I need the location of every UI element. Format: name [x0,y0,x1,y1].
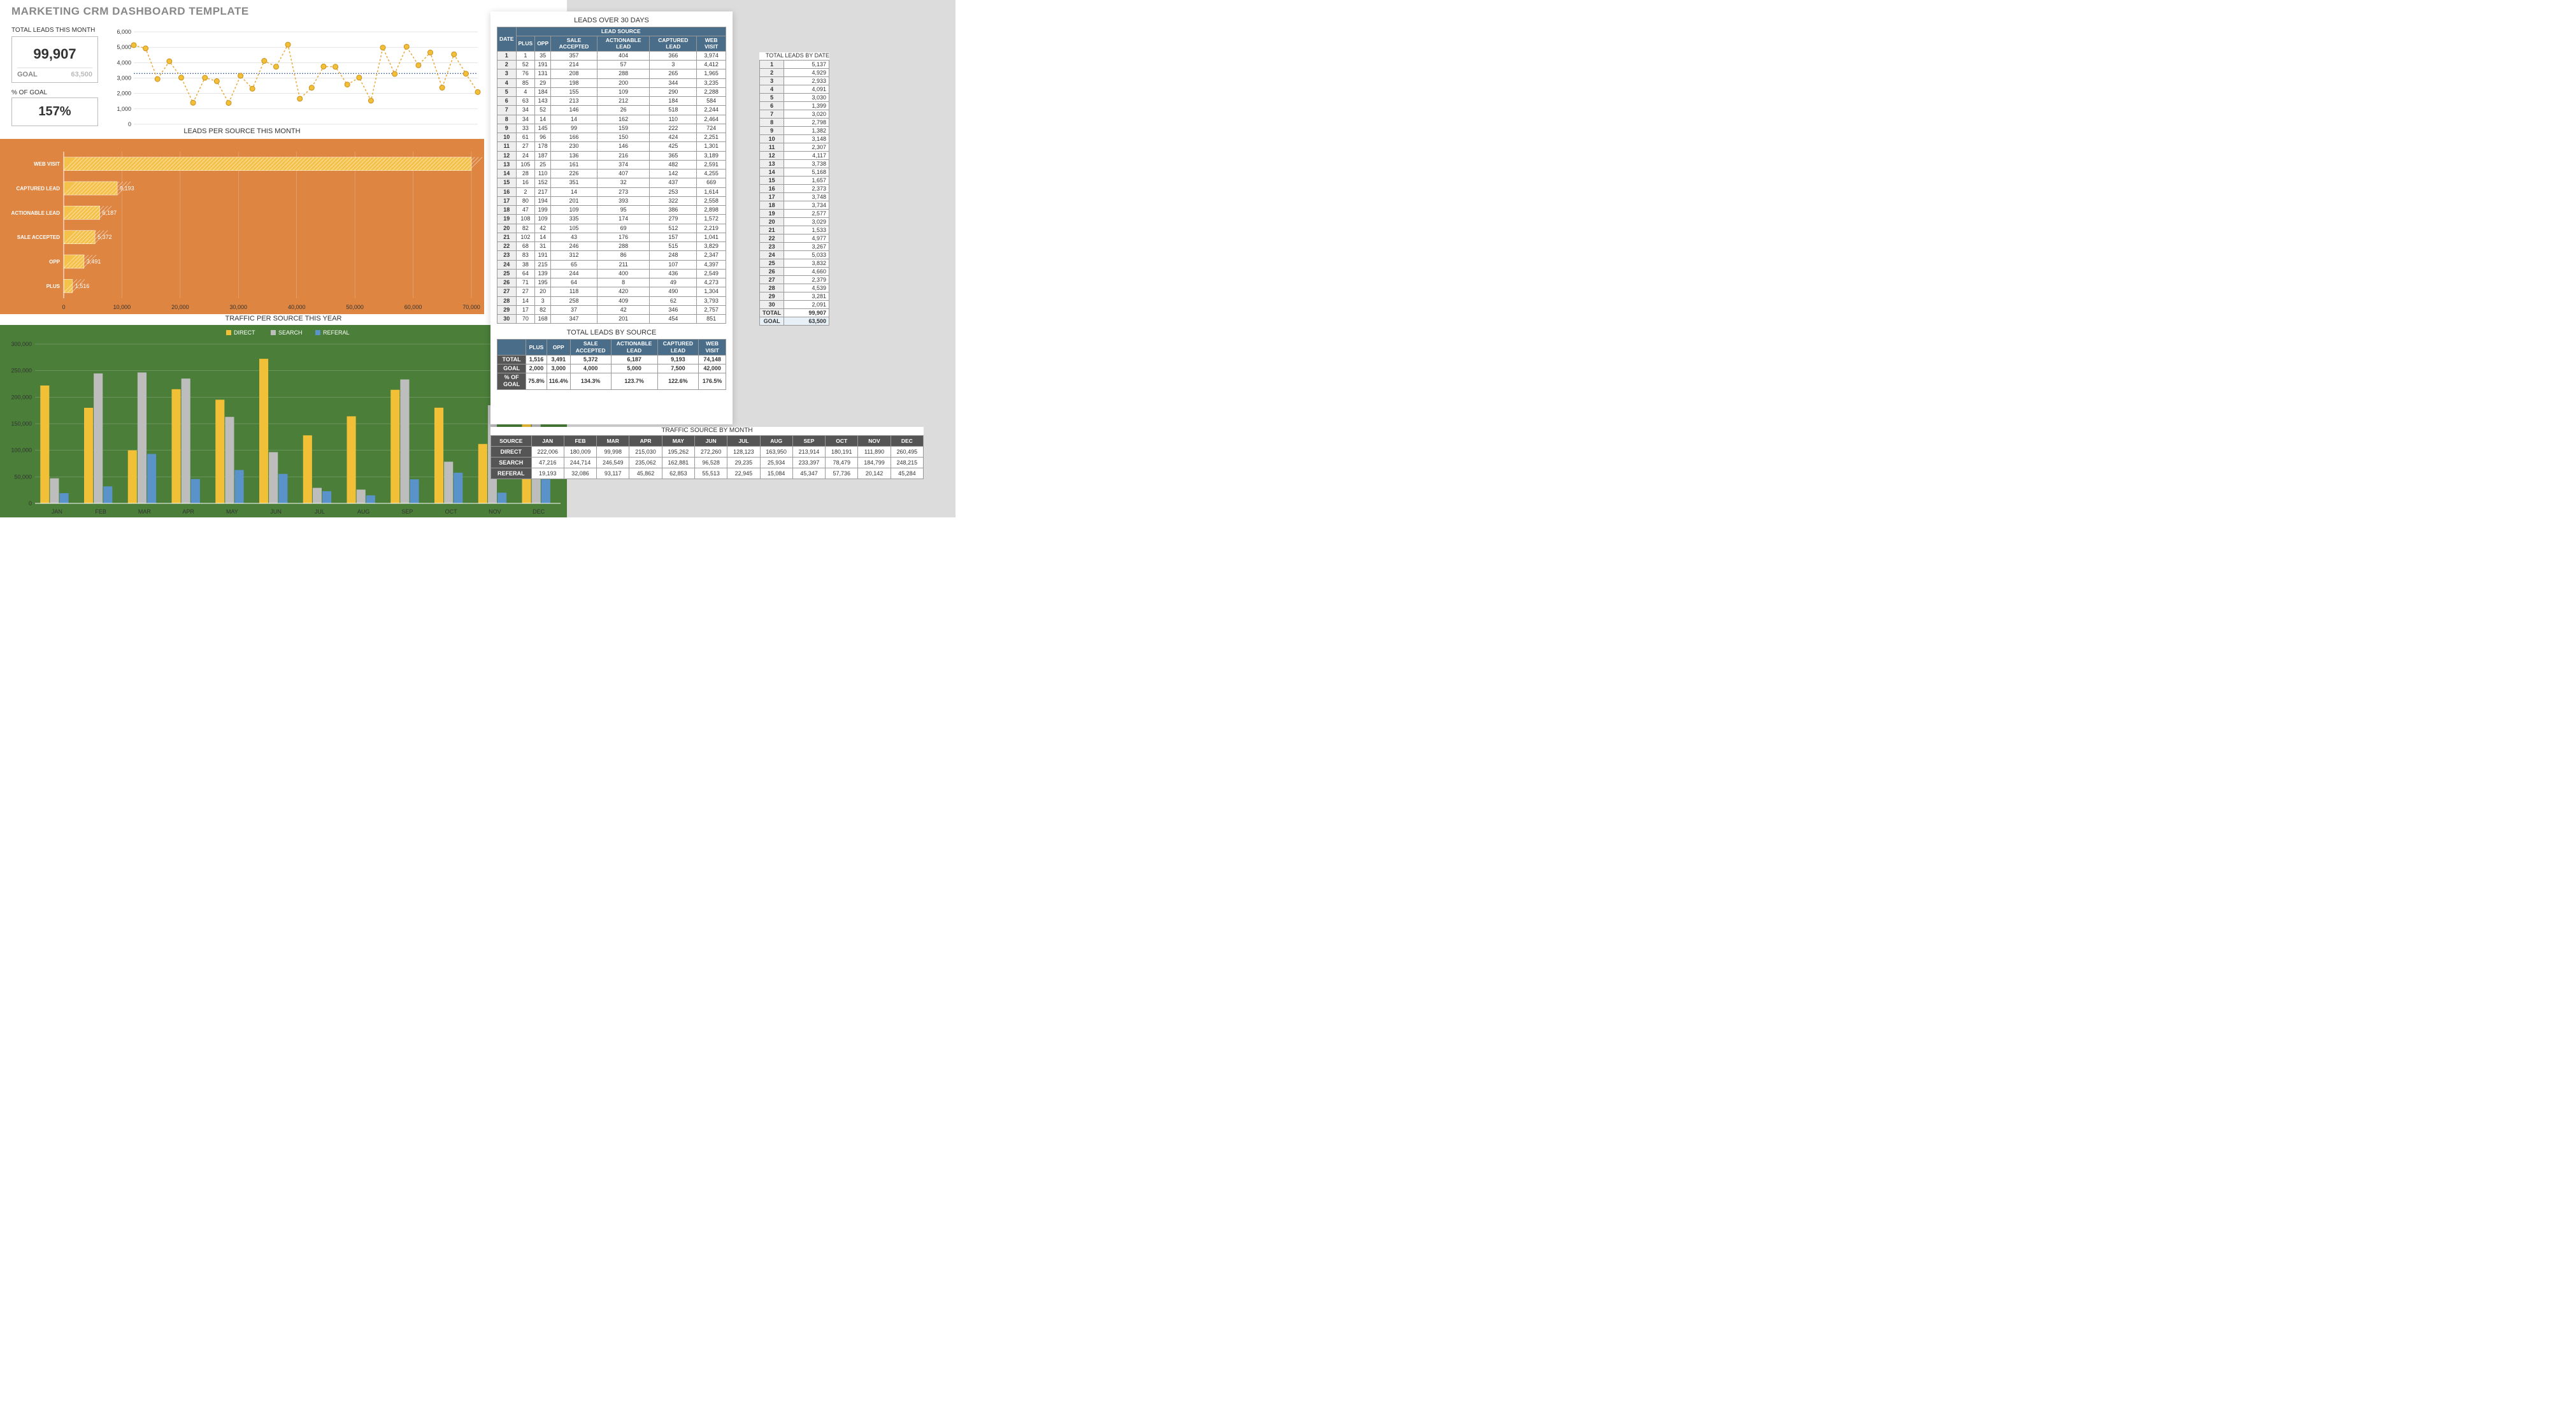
svg-text:AUG: AUG [357,508,370,515]
svg-text:50,000: 50,000 [346,304,364,310]
traffic-per-source-panel: TRAFFIC PER SOURCE THIS YEAR DIRECTSEARC… [0,325,567,517]
svg-text:OPP: OPP [49,259,61,265]
kpi-pct-value: 157% [11,97,98,126]
svg-text:70,000: 70,000 [462,304,480,310]
totals-by-date-table: 15,13724,92932,93344,09153,03061,39973,0… [759,60,829,326]
svg-text:SEARCH: SEARCH [278,329,303,336]
totals-by-date-panel: TOTAL LEADS BY DATE 15,13724,92932,93344… [759,52,829,326]
svg-text:6,000: 6,000 [117,29,131,35]
svg-text:CAPTURED LEAD: CAPTURED LEAD [17,186,61,192]
svg-text:200,000: 200,000 [11,394,32,400]
page-title: MARKETING CRM DASHBOARD TEMPLATE [11,5,249,18]
kpi-pct-label: % OF GOAL [11,89,101,96]
svg-text:60,000: 60,000 [404,304,422,310]
svg-text:3,000: 3,000 [117,75,131,82]
kpi-total-label: TOTAL LEADS THIS MONTH [11,27,101,34]
svg-text:WEB VISIT: WEB VISIT [34,161,60,167]
svg-text:20,000: 20,000 [171,304,189,310]
svg-text:3,491: 3,491 [87,259,101,265]
svg-text:DEC: DEC [533,508,545,515]
svg-text:SALE ACCEPTED: SALE ACCEPTED [17,234,60,240]
leads-per-source-title: LEADS PER SOURCE THIS MONTH [0,127,484,138]
svg-text:JUL: JUL [315,508,325,515]
svg-text:PLUS: PLUS [47,284,61,289]
line-chart: 01,0002,0003,0004,0005,0006,000123456789… [108,25,484,137]
svg-text:NOV: NOV [489,508,501,515]
svg-text:5,000: 5,000 [117,44,131,50]
totals-by-date-title: TOTAL LEADS BY DATE [759,52,829,59]
totals-by-source-table: PLUSOPPSALE ACCEPTEDACTIONABLE LEADCAPTU… [497,339,726,389]
svg-text:REFERAL: REFERAL [323,329,350,336]
svg-text:JUN: JUN [270,508,282,515]
totals-by-source-title: TOTAL LEADS BY SOURCE [497,329,726,336]
svg-text:MAY: MAY [226,508,238,515]
leads-over-30-title: LEADS OVER 30 DAYS [497,17,726,24]
svg-text:100,000: 100,000 [11,447,32,454]
traffic-per-source-chart: DIRECT SEARCH REFERAL 0 50,000 100,000 150,000… [0,325,567,517]
kpi-goal-value: 63,500 [71,71,92,78]
tables-card: LEADS OVER 30 DAYS DATELEAD SOURCEPLUSOP… [490,11,733,424]
traffic-by-month-table: SOURCEJANFEBMARAPRMAYJUNJULAUGSEPOCTNOVD… [490,435,924,479]
kpi-total-box: 99,907 GOAL 63,500 [11,36,98,83]
svg-text:OCT: OCT [445,508,458,515]
svg-text:0: 0 [29,500,32,507]
traffic-by-month-panel: TRAFFIC SOURCE BY MONTH SOURCEJANFEBMARA… [490,427,924,479]
line-chart-panel: 01,0002,0003,0004,0005,0006,000123456789… [108,25,484,137]
svg-text:10,000: 10,000 [113,304,131,310]
svg-text:2,000: 2,000 [117,90,131,97]
kpi-block: TOTAL LEADS THIS MONTH 99,907 GOAL 63,50… [11,27,101,126]
svg-text:4,000: 4,000 [117,59,131,66]
svg-text:1,000: 1,000 [117,106,131,112]
kpi-total-value: 99,907 [17,41,92,68]
svg-text:6,187: 6,187 [103,210,117,216]
svg-text:ACTIONABLE LEAD: ACTIONABLE LEAD [11,210,61,216]
svg-text:DIRECT: DIRECT [234,329,255,336]
traffic-per-source-title: TRAFFIC PER SOURCE THIS YEAR [0,315,567,322]
leads-per-source-panel: LEADS PER SOURCE THIS MONTH 010,00020,00… [0,139,484,314]
traffic-by-month-title: TRAFFIC SOURCE BY MONTH [490,427,924,434]
svg-text:APR: APR [182,508,194,515]
svg-text:0: 0 [128,121,131,127]
leads-per-source-chart: 0 10,000 20,000 30,000 40,000 50,000 60,000 70,… [0,139,484,314]
svg-text:5,372: 5,372 [97,234,112,240]
svg-text:FEB: FEB [95,508,106,515]
svg-text:250,000: 250,000 [11,368,32,374]
svg-text:40,000: 40,000 [288,304,306,310]
svg-text:SEP: SEP [401,508,413,515]
svg-text:30,000: 30,000 [230,304,248,310]
svg-text:50,000: 50,000 [14,473,32,480]
svg-text:JAN: JAN [52,508,62,515]
svg-text:MAR: MAR [138,508,152,515]
kpi-goal-label: GOAL [17,71,38,78]
svg-text:0: 0 [62,304,65,310]
svg-text:1,516: 1,516 [75,283,90,289]
svg-text:9,193: 9,193 [120,185,134,192]
svg-text:150,000: 150,000 [11,421,32,427]
svg-text:300,000: 300,000 [11,341,32,347]
leads-over-30-table: DATELEAD SOURCEPLUSOPPSALE ACCEPTEDACTIO… [497,27,726,324]
